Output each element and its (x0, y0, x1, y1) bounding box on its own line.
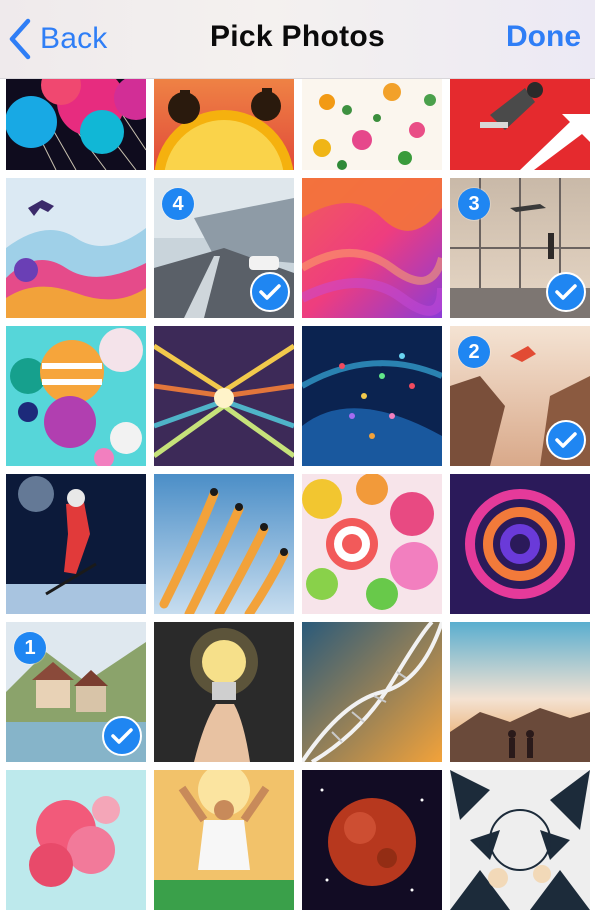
checkmark-icon (102, 716, 142, 756)
photo-hockey-player[interactable] (6, 474, 146, 614)
done-button[interactable]: Done (506, 20, 581, 54)
photo-lakeside-village[interactable]: 1 (6, 622, 146, 762)
photo-gradient-waves[interactable] (302, 178, 442, 318)
photo-lightbulb-brain[interactable] (154, 622, 294, 762)
selection-order-badge: 3 (458, 188, 490, 220)
checkmark-icon (546, 420, 586, 460)
photo-airport-road[interactable]: 4 (154, 178, 294, 318)
navigation-bar: Back Pick Photos Done (0, 0, 595, 79)
photo-canyon-jump[interactable]: 2 (450, 326, 590, 466)
photo-air-show-jets[interactable] (154, 474, 294, 614)
photo-paint-swirl[interactable] (450, 474, 590, 614)
photo-candies[interactable] (302, 474, 442, 614)
selection-order-badge: 2 (458, 336, 490, 368)
photo-mountain-sunset[interactable] (450, 622, 590, 762)
photo-into-the-wild-poster[interactable] (450, 770, 590, 910)
selection-order-badge: 4 (162, 188, 194, 220)
photo-airport-window[interactable]: 3 (450, 178, 590, 318)
photo-ink-in-water[interactable] (6, 770, 146, 910)
photo-soccer-celebration[interactable] (154, 770, 294, 910)
selection-order-badge: 1 (14, 632, 46, 664)
photo-red-planet[interactable] (302, 770, 442, 910)
photo-dna-helix[interactable] (302, 622, 442, 762)
checkmark-icon (546, 272, 586, 312)
checkmark-icon (250, 272, 290, 312)
photo-3d-spheres[interactable] (6, 326, 146, 466)
photo-particles-abstract[interactable] (302, 326, 442, 466)
photo-speed-tunnel[interactable] (154, 326, 294, 466)
photo-splash-jumper[interactable] (6, 178, 146, 318)
